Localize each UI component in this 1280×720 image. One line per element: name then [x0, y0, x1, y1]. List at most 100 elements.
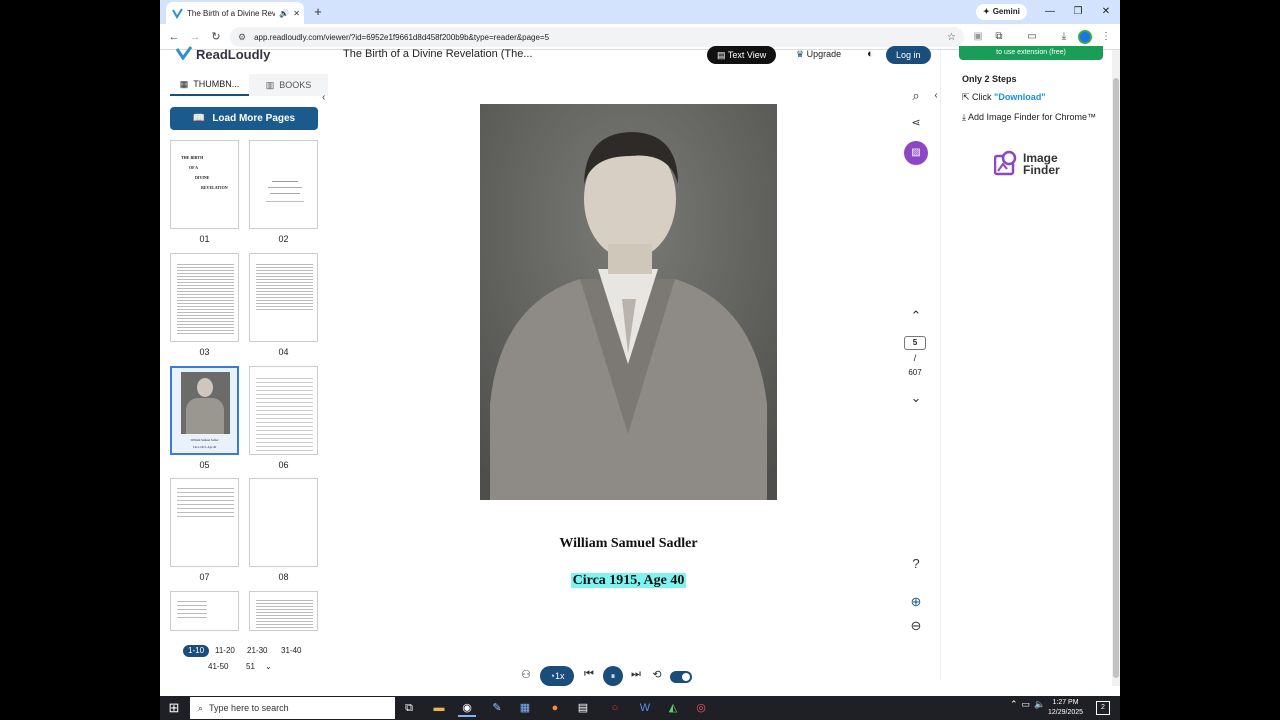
gemini-sparkle-icon: ✦: [983, 7, 990, 16]
book-icon: ▥: [265, 79, 275, 90]
maximize-button[interactable]: ❐: [1064, 3, 1092, 21]
calendar-icon[interactable]: ▦: [516, 699, 534, 717]
task-view-icon[interactable]: ⧉: [400, 699, 418, 717]
next-icon[interactable]: ⏭: [629, 668, 643, 688]
minimize-button[interactable]: —: [1036, 3, 1064, 21]
thumbnail-page-8[interactable]: [249, 478, 318, 567]
file-explorer-icon[interactable]: ▬: [430, 699, 448, 717]
chrome-icon[interactable]: ◉: [458, 699, 476, 717]
scrollbar-thumb[interactable]: [1113, 78, 1119, 678]
new-tab-button[interactable]: +: [310, 4, 326, 20]
site-info-icon[interactable]: ⚙: [238, 32, 246, 43]
address-bar[interactable]: ⚙ app.readloudly.com/viewer/?id=6952e1f9…: [230, 27, 964, 47]
search-icon: ⌕: [198, 702, 204, 713]
search-icon[interactable]: ⌕: [906, 88, 926, 104]
page-down-icon[interactable]: ⌄: [906, 390, 926, 406]
page-range-21-30[interactable]: 21-30: [242, 645, 272, 657]
share-icon[interactable]: ⋖: [906, 116, 926, 129]
document-title: The Birth of a Divine Revelation (The...: [343, 48, 533, 60]
tab-search-icon[interactable]: ▭: [1024, 29, 1040, 45]
thumbnail-page-9[interactable]: [170, 591, 239, 631]
thumbnail-page-1[interactable]: THE BIRTH OF A DIVINE REVELATION: [170, 140, 239, 229]
thumbnail-number: 03: [199, 347, 210, 357]
opera-icon[interactable]: ○: [606, 699, 624, 717]
browser-tab-active[interactable]: The Birth of a Divine Revelati 🔊 ✕: [166, 2, 304, 24]
reload-icon[interactable]: ↻: [208, 29, 224, 45]
tab-books[interactable]: ▥ BOOKS: [249, 74, 328, 96]
back-icon[interactable]: ←: [166, 29, 182, 45]
firefox-icon[interactable]: ●: [546, 699, 564, 717]
thumbnail-page-10[interactable]: [249, 591, 318, 631]
close-tab-icon[interactable]: ✕: [293, 9, 300, 18]
thumbnail-page-4[interactable]: [249, 253, 318, 342]
zoom-out-icon[interactable]: ⊖: [906, 618, 926, 634]
download-icon[interactable]: ⤓: [1056, 29, 1072, 45]
thumbnail-page-6[interactable]: [249, 366, 318, 455]
media-app-icon[interactable]: ◭: [664, 699, 682, 717]
page-up-icon[interactable]: ⌃: [906, 308, 926, 324]
gemini-button[interactable]: ✦ Gemini: [976, 4, 1027, 20]
text-view-icon: ▤: [717, 50, 728, 60]
use-extension-button[interactable]: to use extension (free): [959, 46, 1103, 60]
page-scrollbar[interactable]: [1112, 50, 1120, 686]
readloudly-logo[interactable]: ReadLoudly: [175, 46, 270, 63]
thumbnail-page-7[interactable]: [170, 478, 239, 567]
total-pages: 607: [908, 368, 922, 377]
notifications-icon[interactable]: 2: [1096, 701, 1110, 715]
step2-text: Add Image Finder for Chrome™: [967, 112, 1097, 122]
thumb-1-line: REVELATION: [201, 185, 228, 190]
forward-icon[interactable]: →: [187, 29, 203, 45]
gemini-label: Gemini: [992, 7, 1020, 16]
autoscroll-toggle[interactable]: [670, 671, 692, 683]
speed-button[interactable]: ◔1x: [540, 666, 574, 686]
login-button[interactable]: Log in: [886, 46, 931, 64]
calculator-icon[interactable]: ▤: [574, 699, 592, 717]
zoom-in-icon[interactable]: ⊕: [906, 594, 926, 610]
collapse-sidebar-icon[interactable]: ‹: [322, 92, 325, 103]
caption-name: William Samuel Sadler: [559, 536, 698, 551]
thumbnail-number: 06: [278, 460, 289, 470]
close-window-button[interactable]: ✕: [1092, 3, 1120, 21]
page-range-11-20[interactable]: 11-20: [210, 645, 240, 657]
tab-strip: The Birth of a Divine Revelati 🔊 ✕ + ✦Ge…: [160, 0, 1120, 24]
recorder-icon[interactable]: ◎: [692, 699, 710, 717]
page-range-51[interactable]: 51: [241, 661, 260, 673]
system-tray[interactable]: ⌃ ▭ 🔈: [1010, 699, 1045, 710]
tab-thumbnails[interactable]: ▦ THUMBN...: [170, 74, 249, 96]
upgrade-button[interactable]: ♛ Upgrade: [796, 49, 841, 60]
repeat-icon[interactable]: ⟲: [650, 668, 664, 688]
extensions-puzzle-icon[interactable]: ⧉: [991, 29, 1007, 45]
chevron-down-icon[interactable]: ⌄: [260, 661, 277, 673]
taskbar-clock[interactable]: 1:27 PM 12/29/2025: [1048, 698, 1083, 718]
page-range-1-10[interactable]: 1-10: [183, 645, 210, 657]
thumbnail-page-2[interactable]: [249, 140, 318, 229]
current-page-input[interactable]: 5: [904, 336, 926, 350]
help-button[interactable]: ?: [906, 556, 926, 571]
thumbnail-page-5[interactable]: William Samuel Sadler Circa 1915, Age 40: [170, 366, 239, 455]
thumb-1-line: OF A: [189, 165, 199, 170]
taskbar-search-input[interactable]: ⌕ Type here to search: [190, 697, 395, 719]
page-range-41-50[interactable]: 41-50: [203, 661, 233, 673]
pause-button[interactable]: ⏸: [603, 666, 623, 686]
windows-start-icon[interactable]: ⊞: [166, 700, 182, 716]
speaker-icon[interactable]: 🔊: [279, 9, 289, 18]
extension-panel: to use extension (free) Only 2 Steps ⇱ C…: [940, 46, 1112, 680]
thumbnail-page-3[interactable]: [170, 253, 239, 342]
notepad-icon[interactable]: ✎: [488, 699, 506, 717]
text-view-button[interactable]: ▤ Text View: [707, 46, 777, 64]
load-more-pages-button[interactable]: 📖 Load More Pages: [170, 107, 318, 130]
dark-mode-icon[interactable]: ◐: [867, 48, 874, 60]
voice-select-icon[interactable]: ⚇: [518, 668, 534, 688]
word-icon[interactable]: W: [636, 699, 654, 717]
sidebar-tabs: ▦ THUMBN... ▥ BOOKS: [170, 74, 328, 96]
previous-icon[interactable]: ⏮: [582, 668, 596, 688]
bookmark-star-icon[interactable]: ☆: [947, 32, 956, 43]
thumb-1-line: THE BIRTH: [181, 155, 204, 160]
page-range-31-40[interactable]: 31-40: [276, 645, 306, 657]
extension-a-icon[interactable]: ▣: [970, 29, 986, 45]
profile-avatar[interactable]: [1078, 30, 1092, 44]
download-link[interactable]: "Download": [994, 92, 1046, 102]
menu-kebab-icon[interactable]: ⋮: [1098, 29, 1114, 45]
thumbnail-number: 08: [278, 572, 289, 582]
image-finder-icon[interactable]: ▨: [904, 141, 928, 165]
